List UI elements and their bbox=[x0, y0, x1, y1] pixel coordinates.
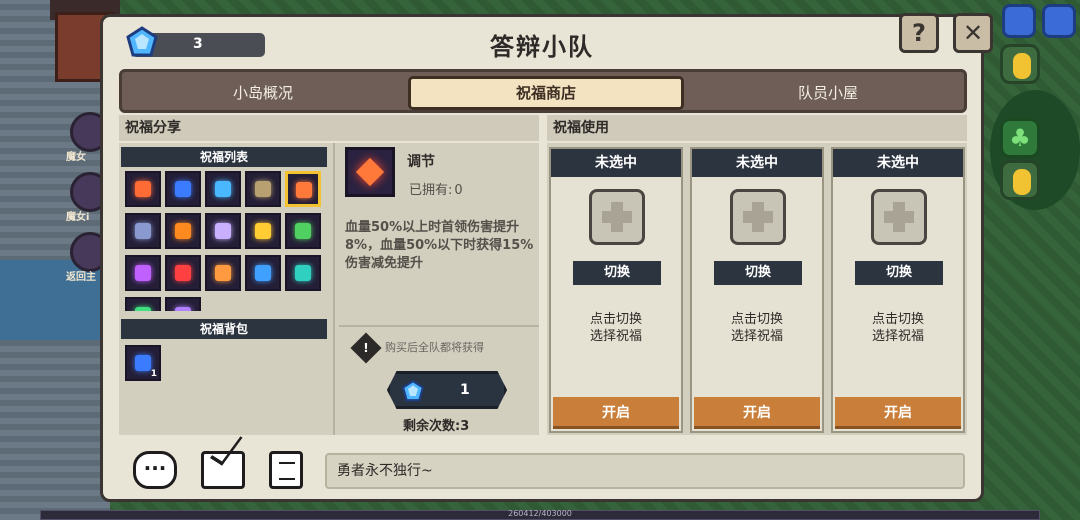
blessing-owned: 已拥有: 0 bbox=[407, 179, 463, 198]
detail-divider bbox=[339, 325, 539, 327]
selected-blessing-icon bbox=[345, 147, 395, 197]
bag-blessing-item[interactable]: 1 bbox=[125, 345, 161, 381]
modal-title: 答辩小队 bbox=[490, 33, 594, 61]
notes-icon[interactable] bbox=[269, 451, 303, 489]
open-button[interactable]: 开启 bbox=[835, 397, 961, 429]
blessing-item[interactable] bbox=[125, 213, 161, 249]
remaining-label: 剩余次数: bbox=[403, 419, 461, 434]
tab-island-overview[interactable]: 小岛概况 bbox=[128, 76, 398, 110]
side-label-1: 魔女 bbox=[66, 152, 86, 163]
open-button[interactable]: 开启 bbox=[553, 397, 679, 429]
panel-divider bbox=[333, 143, 335, 435]
blessing-description: 血量50%以上时首领伤害提升8%，血量50%以下时获得15%伤害减免提升 bbox=[345, 220, 534, 271]
bag-item-count: 1 bbox=[150, 369, 157, 379]
warning-icon: ! bbox=[350, 332, 382, 364]
slot-hint-line1: 点击切换 bbox=[589, 312, 642, 327]
blessing-slot-2: 未选中 切换 点击切换 选择祝福 开启 bbox=[690, 147, 824, 433]
blessing-item[interactable] bbox=[125, 171, 161, 207]
slot-hint-line1: 点击切换 bbox=[871, 312, 924, 327]
modal-header: 3 答辩小队 ? ✕ bbox=[103, 13, 993, 69]
blessing-item[interactable] bbox=[205, 171, 241, 207]
tab-member-cabin[interactable]: 队员小屋 bbox=[692, 76, 964, 110]
blessing-grid bbox=[125, 171, 325, 311]
slot-hint: 点击切换 选择祝福 bbox=[833, 311, 963, 345]
corn-crop-icon bbox=[1000, 44, 1040, 84]
open-button[interactable]: 开启 bbox=[694, 397, 820, 429]
blessing-item[interactable] bbox=[285, 213, 321, 249]
switch-button[interactable]: 切换 bbox=[714, 261, 802, 285]
blessing-item[interactable] bbox=[165, 255, 201, 291]
blessing-slot-1: 未选中 切换 点击切换 选择祝福 开启 bbox=[549, 147, 683, 433]
slot-hint-line2: 选择祝福 bbox=[730, 329, 783, 344]
blessing-item[interactable] bbox=[285, 255, 321, 291]
switch-button[interactable]: 切换 bbox=[573, 261, 661, 285]
blessing-bag-heading: 祝福背包 bbox=[121, 319, 327, 339]
blessing-slot-3: 未选中 切换 点击切换 选择祝福 开启 bbox=[831, 147, 965, 433]
slot-hint-line1: 点击切换 bbox=[730, 312, 783, 327]
tab-blessing-shop[interactable]: 祝福商店 bbox=[408, 76, 684, 110]
close-button[interactable]: ✕ bbox=[953, 13, 993, 53]
remaining-value: 3 bbox=[460, 419, 470, 434]
blessing-use-panel: 未选中 切换 点击切换 选择祝福 开启 未选中 切换 点击切换 选择祝福 开启 bbox=[547, 143, 967, 435]
add-blessing-icon[interactable] bbox=[871, 189, 927, 245]
mail-icon[interactable] bbox=[201, 451, 245, 489]
corn-crop-icon-2 bbox=[1000, 160, 1040, 200]
help-button[interactable]: ? bbox=[899, 13, 939, 53]
blessing-item[interactable] bbox=[285, 171, 321, 207]
chat-icon[interactable] bbox=[133, 451, 177, 489]
purchase-notice: 购买后全队都将获得 bbox=[385, 341, 484, 354]
blessing-list-heading: 祝福列表 bbox=[121, 147, 327, 167]
slot-hint: 点击切换 选择祝福 bbox=[692, 311, 822, 345]
side-label-2: 魔女i bbox=[66, 212, 90, 223]
owned-value: 0 bbox=[454, 183, 463, 198]
message-input[interactable]: 勇者永不独行~ bbox=[325, 453, 965, 489]
remaining-count: 剩余次数:3 bbox=[403, 415, 469, 434]
footer-bar: 勇者永不独行~ bbox=[117, 449, 969, 493]
blessing-name: 调节 bbox=[407, 154, 435, 170]
add-blessing-icon[interactable] bbox=[589, 189, 645, 245]
blessing-detail: 调节 已拥有: 0 血量50%以上时首领伤害提升8%，血量50%以下时获得15%伤… bbox=[339, 147, 539, 434]
add-blessing-icon[interactable] bbox=[730, 189, 786, 245]
buy-price: 1 bbox=[460, 382, 470, 398]
slot-hint-line2: 选择祝福 bbox=[871, 329, 924, 344]
gem-icon bbox=[401, 379, 425, 402]
blessing-item[interactable] bbox=[205, 255, 241, 291]
owned-label: 已拥有: bbox=[409, 183, 453, 198]
blessing-item[interactable] bbox=[245, 171, 281, 207]
switch-button[interactable]: 切换 bbox=[855, 261, 943, 285]
slot-hint: 点击切换 选择祝福 bbox=[551, 311, 681, 345]
experience-bar: 260412/403000 bbox=[40, 509, 1040, 520]
slot-hint-line2: 选择祝福 bbox=[589, 329, 642, 344]
slot-status: 未选中 bbox=[551, 149, 681, 177]
buy-button[interactable]: 1 bbox=[387, 371, 507, 409]
blessing-item[interactable] bbox=[205, 213, 241, 249]
warning-icon-text: ! bbox=[363, 341, 369, 355]
clover-icon[interactable]: ♣ bbox=[1000, 118, 1040, 158]
blessing-item[interactable] bbox=[165, 297, 201, 311]
blessing-item[interactable] bbox=[165, 213, 201, 249]
sound-button[interactable] bbox=[1002, 4, 1036, 38]
side-label-3: 返回主 bbox=[66, 272, 96, 283]
use-heading: 祝福使用 bbox=[547, 115, 967, 141]
blessing-share-panel: 祝福列表 祝福背包 1 调节 已拥有: 0 血量50%以上时首领伤害提升8%，血量… bbox=[119, 143, 539, 435]
shop-content: 祝福分享 祝福使用 祝福列表 祝福背包 1 调节 已拥有: 0 血量50%以上时首… bbox=[117, 115, 969, 441]
slot-status: 未选中 bbox=[833, 149, 963, 177]
settings-gear-icon[interactable] bbox=[1042, 4, 1076, 38]
blessing-item[interactable] bbox=[245, 213, 281, 249]
slot-status: 未选中 bbox=[692, 149, 822, 177]
blessing-item[interactable] bbox=[125, 297, 161, 311]
experience-text: 260412/403000 bbox=[508, 509, 572, 518]
share-heading: 祝福分享 bbox=[119, 115, 539, 141]
blessing-item[interactable] bbox=[125, 255, 161, 291]
blessing-item[interactable] bbox=[245, 255, 281, 291]
team-modal: 3 答辩小队 ? ✕ 小岛概况 祝福商店 队员小屋 祝福分享 祝福使用 祝福列表… bbox=[100, 13, 993, 502]
tab-bar: 小岛概况 祝福商店 队员小屋 bbox=[119, 69, 967, 113]
blessing-item[interactable] bbox=[165, 171, 201, 207]
